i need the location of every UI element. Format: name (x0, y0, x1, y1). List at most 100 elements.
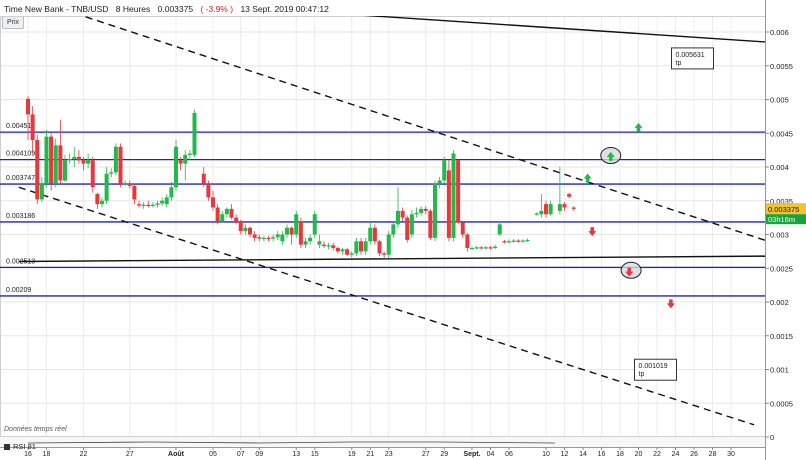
candle-up (451, 153, 456, 238)
candle-down (90, 160, 95, 188)
candle-up (368, 227, 373, 242)
candle-up (220, 214, 225, 221)
x-axis-labels: 16 18 22 27 Août 05 07 09 13 15 19 21 23 27 29 Sept. 04 0… (24, 447, 735, 458)
candle-down (377, 241, 382, 254)
candle-down (571, 207, 576, 209)
x-tick-label: 24 (672, 451, 680, 458)
candle-down (178, 160, 183, 164)
candle-down (359, 241, 363, 252)
candle-up (243, 227, 248, 232)
candle-up (113, 146, 118, 173)
x-tick-label: 30 (727, 451, 735, 458)
x-tick-label: 27 (422, 451, 430, 458)
plot-area: 0.0045170.0041090.0037470.0031860.002513… (0, 16, 765, 426)
chart-root: Time New Bank - TNB/USD 8 Heures 0.00337… (0, 0, 806, 460)
price-chart[interactable]: 00.00050.0010.00150.0020.00250.0030.0035… (0, 0, 806, 460)
candle-down (382, 253, 387, 255)
candle-up (507, 241, 511, 243)
x-tick-label: 12 (561, 451, 569, 458)
support-level-label: 0.004109 (6, 151, 35, 158)
x-tick-label: 16 (598, 451, 606, 458)
candle-up (349, 253, 354, 255)
arrow-up-icon (634, 122, 643, 132)
candle-up (100, 200, 104, 205)
x-tick-label: 26 (690, 451, 698, 458)
candle-down (465, 234, 470, 248)
candle-down (488, 247, 493, 249)
candle-up (511, 240, 516, 242)
candle-up (187, 153, 192, 155)
candle-up (53, 145, 58, 184)
candle-down (544, 204, 548, 215)
candle-up (419, 208, 424, 213)
x-tick-label: 28 (709, 451, 717, 458)
y-tick-label: 0.0055 (770, 62, 793, 71)
candle-up (285, 227, 289, 235)
candle-up (261, 237, 266, 240)
x-tick-label: Sept. (463, 451, 480, 458)
candle-up (396, 210, 400, 225)
candle-down (322, 244, 326, 246)
candle-down (335, 248, 340, 252)
candle-down (479, 247, 484, 249)
y-tick-label: 0.002 (770, 298, 789, 307)
target-value: 0.005631 (676, 52, 705, 59)
y-tick-label: 0.001 (770, 366, 789, 375)
current-price-value: 0.003375 (768, 205, 799, 214)
x-tick-label: 27 (126, 451, 134, 458)
candle-up (303, 241, 308, 245)
y-tick-label: 0.0025 (770, 264, 793, 273)
candle-up (557, 204, 562, 211)
x-tick-label: 19 (348, 451, 356, 458)
candle-down (502, 241, 507, 243)
candle-down (289, 227, 294, 235)
candle-up (160, 200, 165, 204)
candle-up (520, 240, 525, 242)
candle-up (271, 237, 276, 239)
candle-up (294, 214, 299, 235)
candle-down (132, 185, 137, 200)
candle-down (211, 197, 215, 208)
x-tick-label: Août (168, 451, 185, 458)
x-tick-label: 18 (43, 451, 51, 458)
candle-up (123, 183, 128, 185)
candle-up (67, 158, 72, 161)
candle-down (567, 194, 572, 197)
target-box: 0.001019tp (634, 358, 677, 381)
candle-up (433, 183, 437, 238)
candle-down (238, 221, 243, 232)
candle-down (248, 227, 252, 235)
candle-up (63, 160, 67, 181)
candle-up (326, 245, 331, 247)
candle-up (534, 213, 539, 215)
y-tick-label: 0.0045 (770, 129, 793, 138)
candle-up (308, 237, 313, 242)
x-tick-label: 13 (292, 451, 300, 458)
x-tick-label: 23 (385, 451, 393, 458)
candle-up (437, 180, 442, 184)
candle-up (363, 241, 368, 252)
candle-up (150, 204, 155, 206)
x-tick-label: 20 (635, 451, 643, 458)
support-level-label: 0.003186 (6, 213, 35, 220)
candle-down (345, 249, 350, 255)
x-tick-label: 09 (255, 451, 263, 458)
candle-up (192, 113, 197, 155)
candle-up (354, 241, 359, 254)
x-tick-label: 15 (311, 451, 319, 458)
x-tick-label: 10 (542, 451, 550, 458)
candle-up (414, 212, 419, 215)
candle-up (312, 214, 317, 235)
y-tick-label: 0 (770, 433, 774, 442)
candle-up (86, 160, 91, 164)
realtime-note: Données temps réel (4, 426, 67, 433)
candle-down (146, 204, 151, 206)
candle-down (30, 114, 35, 140)
candle-up (442, 160, 447, 181)
candle-down (95, 194, 100, 205)
candle-down (49, 136, 54, 184)
candle-up (224, 208, 229, 215)
candle-up (109, 172, 114, 174)
candle-up (275, 234, 280, 238)
candle-down (201, 173, 206, 184)
